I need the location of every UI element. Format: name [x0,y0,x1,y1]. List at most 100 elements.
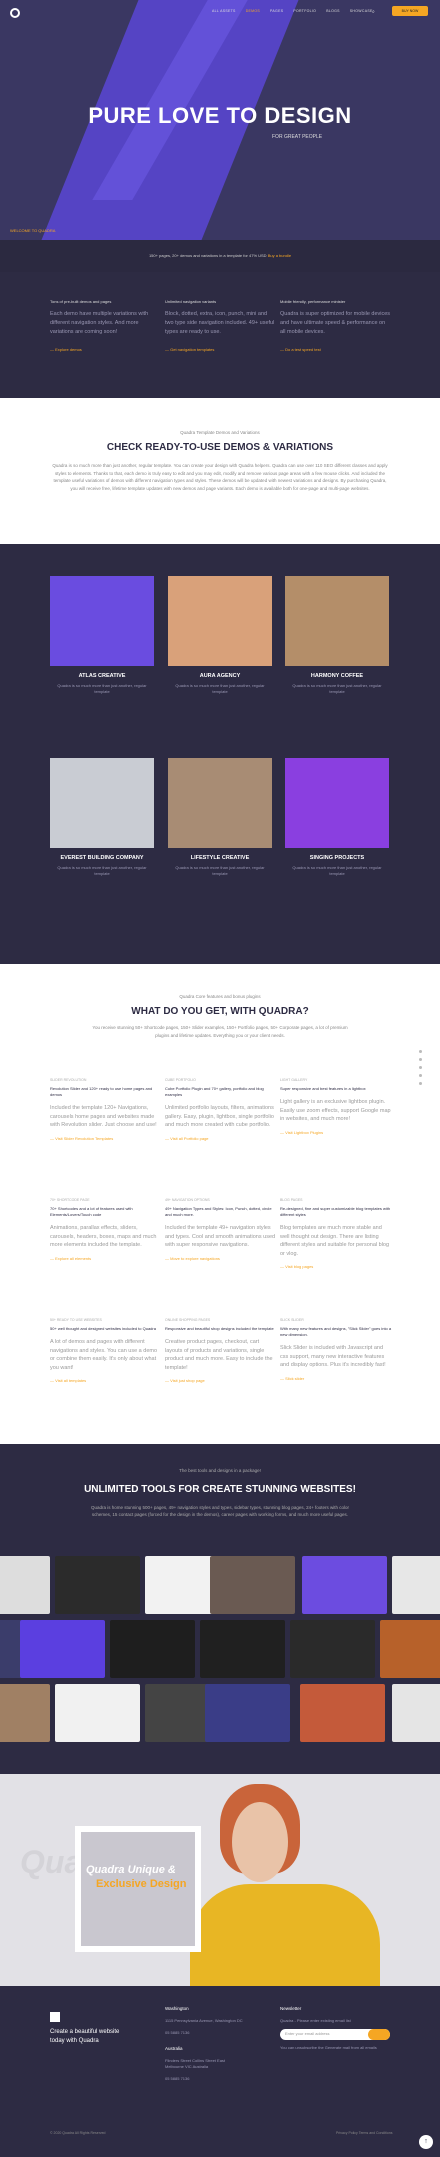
demo-desc: Quadra is so much more than just another… [292,865,382,876]
get-item-link[interactable]: — Explore all elements [50,1256,162,1261]
page-dot[interactable] [419,1074,422,1077]
get-item-link[interactable]: — Visit Slider Revolution Templates [50,1136,162,1141]
get-item-link[interactable]: — Visit just shop page [165,1378,277,1383]
get-item-heading: Cube Portfolio Plugin and 70+ gallery, p… [165,1086,264,1097]
demo-card[interactable]: ATLAS CREATIVE Quadra is so much more th… [50,576,154,695]
scroll-top-icon[interactable]: ↑ [419,2135,433,2149]
page-dot[interactable] [419,1058,422,1061]
page-dot[interactable] [419,1082,422,1085]
section-text: Quadra is so much more than just another… [52,463,388,491]
get-item: SLICK SLIDER With many new features and … [280,1318,392,1381]
get-item: 50+ READY TO USE WEBSITES 50+ well thoug… [50,1318,162,1383]
copyright: © 2020 Quadra All Rights Reserved [50,2131,106,2135]
hero-title: PURE LOVE TO DESIGN [88,103,352,128]
footer-links[interactable]: Privacy Policy Terms and Conditions [336,2131,393,2135]
get-item-heading: Re-designed, fine and super customizable… [280,1206,391,1217]
promo-banner: Quadra Quadra Unique & Exclusive Design [0,1774,440,1986]
footer-logo-icon[interactable] [50,2012,60,2022]
template-thumbnail[interactable] [205,1684,290,1742]
hero-tag: WELCOME TO QUADRA [10,228,56,233]
nav-item-blogs[interactable]: BLOGS [326,9,340,13]
demo-thumbnail[interactable] [168,758,272,848]
footer-col-newsletter: Newsletter Quadra - Please enter existin… [280,2006,390,2051]
page-dot[interactable] [419,1050,422,1053]
template-thumbnail[interactable] [290,1620,375,1678]
banner-line1: Quadra Unique & [86,1864,176,1876]
template-thumbnail[interactable] [302,1556,387,1614]
feature-link[interactable]: — Explore demos [50,347,162,352]
template-thumbnail[interactable] [55,1684,140,1742]
get-item-kicker: 70+ SHORTCODE PAGE [50,1198,90,1202]
section-pretitle: Quadra Template Demos and Variations [180,430,260,435]
demo-card[interactable]: EVEREST BUILDING COMPANY Quadra is so mu… [50,758,154,877]
demo-name[interactable]: EVEREST BUILDING COMPANY [50,855,154,861]
newsletter-input[interactable]: Enter your email address [280,2029,390,2040]
feature-link[interactable]: — Do a test speed test [280,347,392,352]
template-thumbnail[interactable] [392,1684,440,1742]
demo-name[interactable]: LIFESTYLE CREATIVE [168,855,272,861]
template-thumbnail[interactable] [200,1620,285,1678]
get-item-link[interactable]: — Visit blog pages [280,1264,392,1269]
demo-card[interactable]: SINGING PROJECTS Quadra is so much more … [285,758,389,877]
get-item-link[interactable]: — Visit all Portfolio page [165,1136,277,1141]
cart-icon[interactable]: ⌕ [372,9,375,15]
get-item-link[interactable]: — Visit all templates [50,1378,162,1383]
demo-thumbnail[interactable] [168,576,272,666]
nav-item-showcase[interactable]: SHOWCASE [350,9,373,13]
template-thumbnail[interactable] [380,1620,440,1678]
what-you-get-section: Quadra Core features and bonus plugins W… [0,964,440,1444]
get-item-link[interactable]: — Move to explore navigations [165,1256,277,1261]
feature-text: Each demo have multiple variations with … [50,311,149,335]
get-item-kicker: 49+ NAVIGATION OPTIONS [165,1198,210,1202]
nav-item-all-assets[interactable]: ALL ASSETS [212,9,236,13]
get-item-kicker: SLICK SLIDER [280,1318,304,1322]
demo-card[interactable]: AURA AGENCY Quadra is so much more than … [168,576,272,695]
template-thumbnail[interactable] [0,1684,50,1742]
demo-thumbnail[interactable] [285,758,389,848]
demo-name[interactable]: HARMONY COFFEE [285,673,389,679]
logo-icon[interactable] [10,8,20,18]
nav-item-demos[interactable]: DEMOS [246,9,260,13]
demo-card[interactable]: HARMONY COFFEE Quadra is so much more th… [285,576,389,695]
demo-name[interactable]: SINGING PROJECTS [285,855,389,861]
newsletter-submit-button[interactable] [368,2029,390,2040]
demo-thumbnail[interactable] [285,576,389,666]
get-item-heading: With many new features and designs, "Sli… [280,1326,392,1337]
demo-card[interactable]: LIFESTYLE CREATIVE Quadra is so much mor… [168,758,272,877]
template-thumbnail[interactable] [392,1556,440,1614]
get-item: SLIDER REVOLUTION Revolution Slider and … [50,1078,162,1141]
get-item: BLOG PAGES Re-designed, fine and super c… [280,1198,392,1269]
demo-name[interactable]: ATLAS CREATIVE [50,673,154,679]
demo-thumbnail[interactable] [50,576,154,666]
template-thumbnail[interactable] [110,1620,195,1678]
get-item: 49+ NAVIGATION OPTIONS 49+ Navigation Ty… [165,1198,277,1261]
nav-item-portfolio[interactable]: PORTFOLIO [293,9,316,13]
demo-name[interactable]: AURA AGENCY [168,673,272,679]
template-thumbnail[interactable] [210,1556,295,1614]
get-item: CUBE PORTFOLIO Cube Portfolio Plugin and… [165,1078,277,1141]
page-dots-nav[interactable] [419,1050,422,1090]
template-thumbnail[interactable] [20,1620,105,1678]
feature-navigation: Unlimited navigation variants Block, dot… [165,299,277,352]
feature-text: Block, dotted, extra, icon, punch, mini … [165,311,275,335]
model-coat [190,1884,380,1986]
page-dot[interactable] [419,1066,422,1069]
promo-link[interactable]: Buy a bundle [268,253,291,258]
demos-grid: ATLAS CREATIVE Quadra is so much more th… [0,544,440,964]
feature-link[interactable]: — Get navigation templates [165,347,277,352]
section-heading: UNLIMITED TOOLS FOR CREATE STUNNING WEBS… [84,1484,356,1495]
demo-thumbnail[interactable] [50,758,154,848]
template-thumbnail[interactable] [0,1556,50,1614]
demo-desc: Quadra is so much more than just another… [57,865,147,876]
feature-heading: Tons of pre-built demos and pages [50,299,112,304]
get-item-text: Creative product pages, checkout, cart l… [165,1339,273,1371]
get-item-link[interactable]: — Visit Lightbox Plugins [280,1130,392,1135]
buy-now-button[interactable]: BUY NOW [392,6,428,16]
get-item-link[interactable]: — Slick slider [280,1376,392,1381]
get-item-heading: 50+ well thought and designed websites i… [50,1326,156,1331]
section-text: You receive stunning 50+ Shortcode pages… [92,1025,348,1038]
template-thumbnail[interactable] [300,1684,385,1742]
nav-item-pages[interactable]: PAGES [270,9,283,13]
template-thumbnail[interactable] [55,1556,140,1614]
get-item-text: A lot of demos and pages with different … [50,1339,158,1371]
